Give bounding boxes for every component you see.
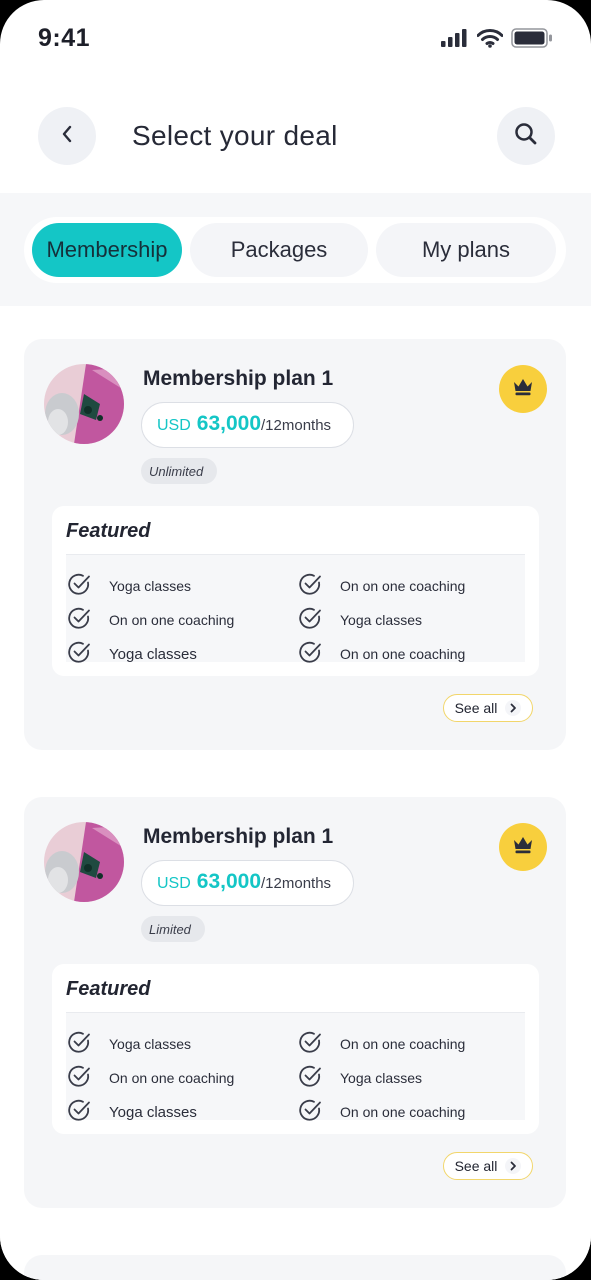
featured-title: Featured [66,520,151,542]
phone-screen: 9:41 Select your deal Membership Package… [0,0,591,1280]
featured-list: Yoga classes On on one coaching Yoga cla… [66,554,525,663]
check-circle-icon [297,1063,323,1092]
chevron-right-icon [505,1158,522,1174]
featured-title: Featured [66,978,151,1000]
page-title: Select your deal [132,120,338,151]
tab-membership[interactable]: Membership [32,223,182,277]
feature-item: Yoga classes [297,605,422,634]
price-currency: USD [157,875,191,892]
feature-label: On on one coaching [340,1035,466,1052]
crown-icon [512,377,534,402]
chevron-left-icon [60,124,74,149]
see-all-button[interactable]: See all [443,694,533,722]
check-circle-icon [66,1029,92,1058]
tabs-band: Membership Packages My plans [0,193,591,306]
price-pill: USD 63,000 /12months [141,860,354,906]
feature-item: Yoga classes [66,639,197,669]
plan-avatar [44,822,124,902]
check-circle-icon [297,1097,323,1126]
back-button[interactable] [38,107,96,165]
feature-item: On on one coaching [297,1097,465,1126]
price-period: /12months [261,875,332,892]
status-icons [441,28,553,48]
plan-name: Membership plan 1 [143,825,334,848]
content-area: Membership Packages My plans Membership … [0,193,591,1280]
feature-item: On on one coaching [66,605,234,634]
check-circle-icon [66,1097,92,1127]
crown-icon [512,835,534,860]
check-circle-icon [66,571,92,600]
feature-item: Yoga classes [66,571,191,600]
featured-list: Yoga classes On on one coaching Yoga cla… [66,1012,525,1121]
price-period: /12months [261,417,332,434]
feature-label: Yoga classes [340,611,422,628]
feature-item: On on one coaching [66,1063,234,1092]
see-all-label: See all [454,700,498,716]
price-currency: USD [157,417,191,434]
see-all-button[interactable]: See all [443,1152,533,1180]
feature-item: Yoga classes [297,1063,422,1092]
plan-tag: Unlimited [141,458,218,484]
segmented-tabs: Membership Packages My plans [24,217,566,283]
plan-card-partial[interactable] [24,1255,566,1280]
feature-label: On on one coaching [109,1069,235,1086]
see-all-label: See all [454,1158,498,1174]
price-amount: 63,000 [196,412,262,435]
tab-my-plans[interactable]: My plans [376,223,556,277]
check-circle-icon [66,605,92,634]
price-pill: USD 63,000 /12months [141,402,354,448]
feature-item: On on one coaching [297,571,465,600]
feature-label: On on one coaching [340,645,466,662]
feature-label: Yoga classes [109,1103,197,1121]
check-circle-icon [297,571,323,600]
feature-label: Yoga classes [340,1069,422,1086]
feature-item: Yoga classes [66,1097,197,1127]
search-icon [513,121,539,152]
feature-item: Yoga classes [66,1029,191,1058]
check-circle-icon [297,605,323,634]
feature-label: Yoga classes [109,1035,191,1052]
plan-card[interactable]: Membership plan 1 USD 63,000 /12months U… [24,339,566,750]
cellular-signal-icon [441,29,469,47]
check-circle-icon [66,1063,92,1092]
feature-item: On on one coaching [297,639,465,668]
plan-card[interactable]: Membership plan 1 USD 63,000 /12months L… [24,797,566,1208]
feature-label: Yoga classes [109,577,191,594]
feature-label: On on one coaching [109,611,235,628]
premium-button[interactable] [499,365,547,413]
chevron-right-icon [505,700,522,716]
battery-icon [511,28,553,48]
status-bar: 9:41 [0,0,591,80]
premium-button[interactable] [499,823,547,871]
plan-name: Membership plan 1 [143,367,334,390]
search-button[interactable] [497,107,555,165]
featured-section: Featured Yoga classes On on one coaching… [52,964,539,1134]
check-circle-icon [297,1029,323,1058]
feature-label: On on one coaching [340,1103,466,1120]
plan-tag: Limited [141,916,205,942]
tab-packages[interactable]: Packages [190,223,368,277]
app-header: Select your deal [0,80,591,193]
check-circle-icon [297,639,323,668]
feature-label: On on one coaching [340,577,466,594]
feature-label: Yoga classes [109,645,197,663]
status-time: 9:41 [38,24,91,52]
wifi-icon [477,28,503,48]
price-amount: 63,000 [196,870,262,893]
featured-section: Featured Yoga classes On on one coaching… [52,506,539,676]
feature-item: On on one coaching [297,1029,465,1058]
check-circle-icon [66,639,92,669]
plan-avatar [44,364,124,444]
